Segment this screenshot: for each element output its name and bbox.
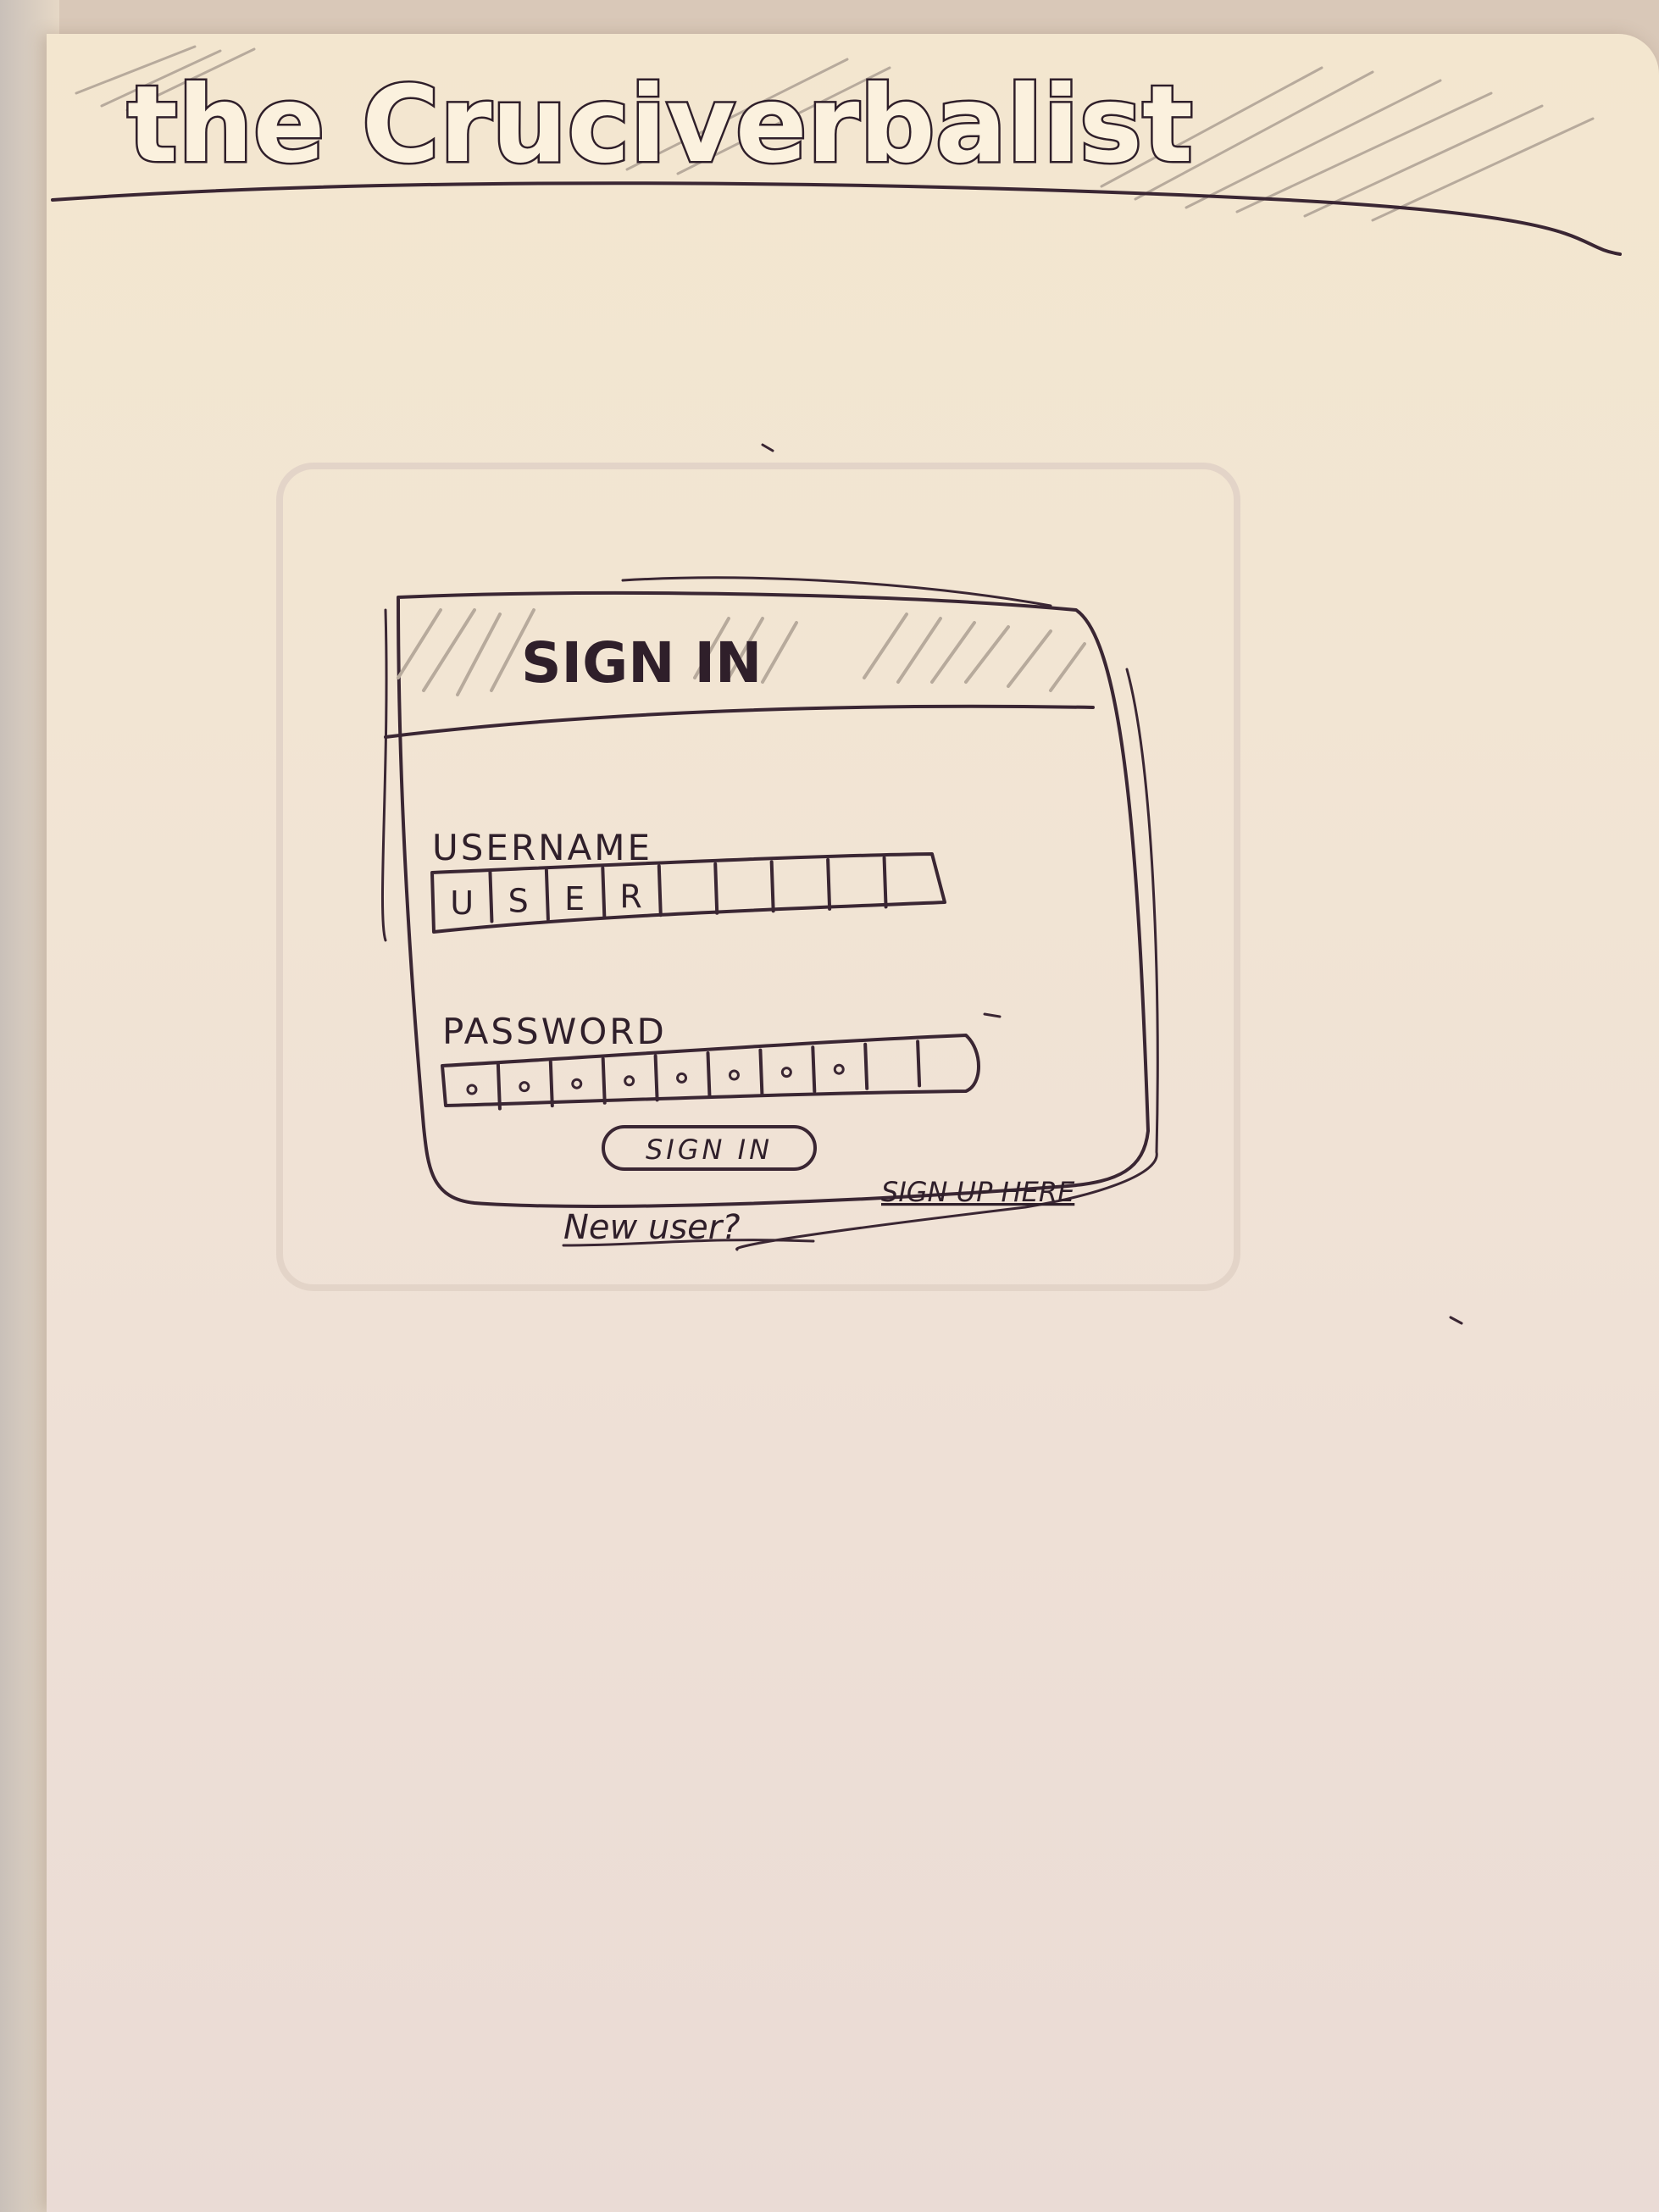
signin-button[interactable]: SIGN IN (602, 1125, 817, 1171)
field-cell-divider (826, 857, 832, 911)
signin-dialog: SIGN IN USERNAME USER PASSWORD SIGN IN N… (380, 576, 1159, 1251)
password-mask-dot (780, 1067, 792, 1078)
username-char: R (619, 879, 641, 916)
field-cell-divider (713, 862, 719, 915)
username-char: E (564, 880, 585, 918)
field-cell-divider (769, 860, 775, 913)
stray-mark (761, 443, 774, 452)
password-mask-dot (571, 1078, 583, 1089)
field-cell-divider (488, 870, 494, 923)
field-cell-divider (863, 1042, 869, 1090)
signup-link[interactable]: SIGN UP HERE (881, 1176, 1075, 1208)
username-label: USERNAME (432, 827, 652, 868)
wireframe-sketch: the Cruciverbalist SIGN IN USERNAME USER… (51, 45, 1622, 1325)
password-mask-dot (728, 1069, 740, 1081)
site-logo[interactable]: the Cruciverbalist (125, 62, 1196, 189)
field-cell-divider (544, 868, 550, 922)
signin-button-label: SIGN IN (646, 1134, 773, 1166)
dialog-title: SIGN IN (521, 630, 762, 696)
field-cell-divider (758, 1048, 764, 1096)
site-header: the Cruciverbalist (51, 45, 1622, 256)
password-mask-dot (624, 1075, 635, 1087)
field-cell-divider (657, 864, 663, 918)
username-char: S (508, 883, 529, 920)
password-mask-dot (519, 1081, 530, 1093)
field-cell-divider (916, 1039, 922, 1088)
stray-mark (983, 1012, 1002, 1018)
field-cell-divider (496, 1062, 502, 1111)
header-divider (51, 181, 1622, 256)
field-cell-divider (811, 1045, 817, 1094)
field-cell-divider (548, 1060, 554, 1108)
password-label: PASSWORD (442, 1011, 667, 1052)
titlebar-divider (384, 704, 1095, 739)
field-cell-divider (653, 1054, 659, 1102)
field-cell-divider (882, 856, 888, 909)
signup-link-text[interactable]: SIGN UP HERE (881, 1176, 1075, 1208)
field-cell-divider (601, 1056, 607, 1105)
username-char: U (450, 884, 474, 922)
password-mask-dot (676, 1072, 688, 1084)
stray-mark (1449, 1316, 1463, 1325)
field-cell-divider (601, 866, 607, 919)
field-cell-divider (706, 1051, 712, 1099)
password-mask-dot (466, 1084, 478, 1095)
password-mask-dot (833, 1063, 845, 1075)
